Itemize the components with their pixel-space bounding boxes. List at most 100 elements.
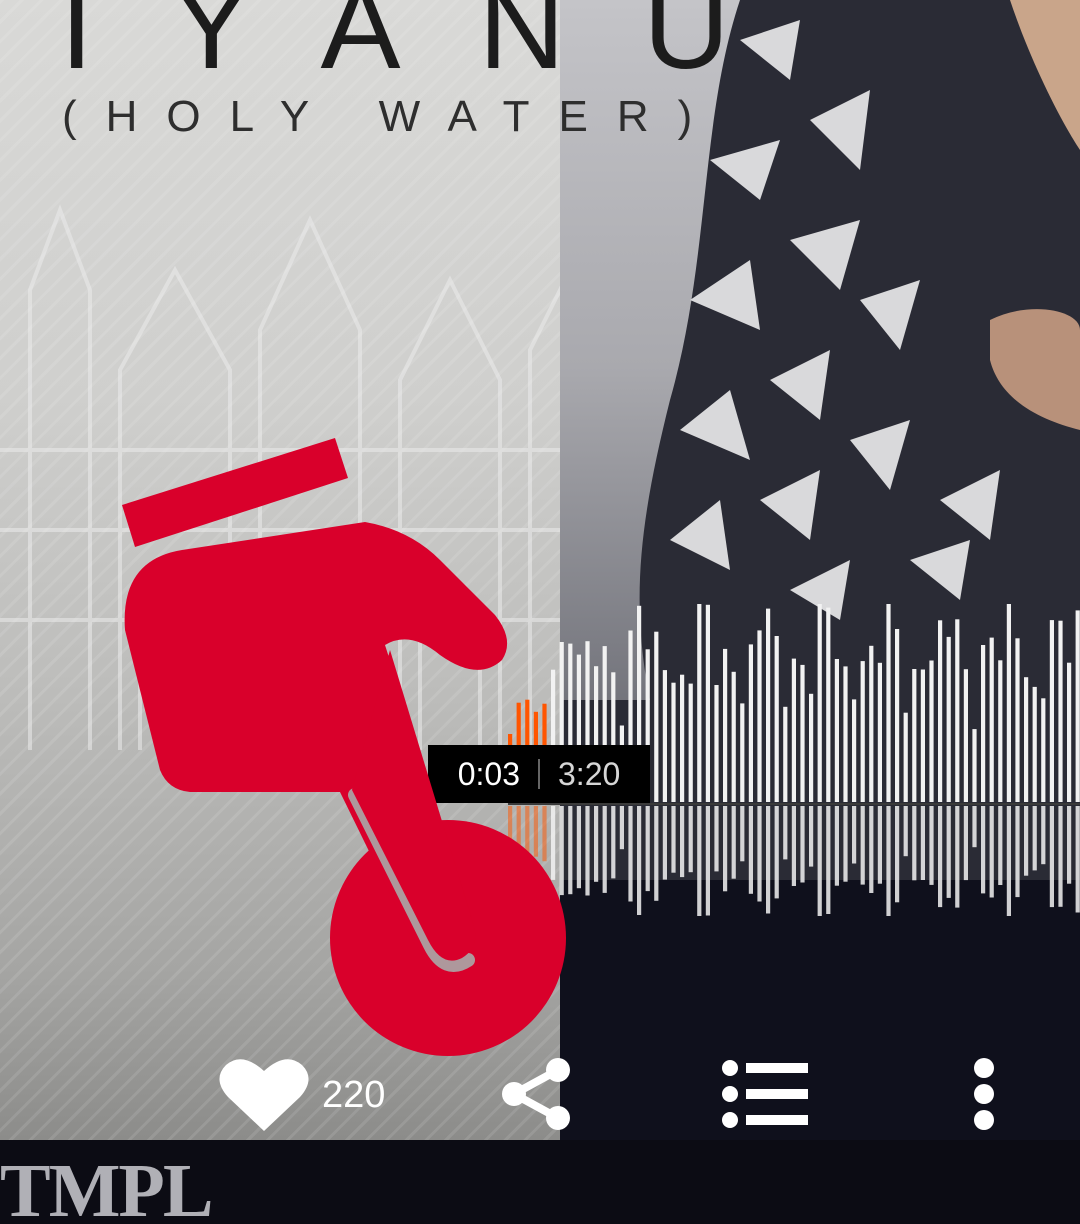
- waveform-bar[interactable]: [783, 706, 788, 802]
- waveform-bar-reflection[interactable]: [963, 806, 968, 881]
- waveform-bar-reflection[interactable]: [895, 806, 900, 903]
- waveform-bar[interactable]: [843, 666, 848, 802]
- waveform-bar-reflection[interactable]: [774, 806, 779, 899]
- waveform-bar[interactable]: [877, 662, 882, 802]
- waveform-bar-reflection[interactable]: [637, 806, 642, 915]
- waveform-bar-reflection[interactable]: [1058, 806, 1063, 907]
- waveform-bar[interactable]: [688, 683, 693, 802]
- waveform-bar[interactable]: [731, 671, 736, 802]
- waveform-bar-reflection[interactable]: [740, 806, 745, 862]
- more-vertical-icon[interactable]: [958, 1054, 1010, 1134]
- waveform-bar-reflection[interactable]: [1041, 806, 1046, 865]
- waveform-bar[interactable]: [1058, 620, 1063, 802]
- waveform-bar[interactable]: [1015, 638, 1020, 802]
- waveform-bar[interactable]: [680, 674, 685, 802]
- waveform-bar-reflection[interactable]: [869, 806, 874, 893]
- like-button[interactable]: 220: [218, 1050, 418, 1140]
- waveform-bar-reflection[interactable]: [645, 806, 650, 892]
- waveform-bar[interactable]: [912, 669, 917, 802]
- waveform-bar-reflection[interactable]: [1015, 806, 1020, 898]
- waveform-bar-reflection[interactable]: [989, 806, 994, 898]
- waveform-bar-reflection[interactable]: [748, 806, 753, 894]
- waveform-bar-reflection[interactable]: [938, 806, 943, 908]
- waveform-bar[interactable]: [1067, 662, 1072, 802]
- waveform-bar-reflection[interactable]: [731, 806, 736, 879]
- waveform-bar-reflection[interactable]: [766, 806, 771, 914]
- waveform-bar-reflection[interactable]: [955, 806, 960, 908]
- waveform-bar[interactable]: [791, 658, 796, 802]
- waveform-bar-reflection[interactable]: [662, 806, 667, 880]
- waveform-bar-reflection[interactable]: [946, 806, 951, 898]
- waveform-bar-reflection[interactable]: [929, 806, 934, 885]
- waveform-bar[interactable]: [938, 620, 943, 802]
- waveform-bar[interactable]: [740, 703, 745, 802]
- waveform-bar-reflection[interactable]: [817, 806, 822, 916]
- waveform-bar[interactable]: [860, 661, 865, 802]
- waveform-bar[interactable]: [834, 659, 839, 802]
- waveform-bar[interactable]: [1041, 698, 1046, 802]
- waveform-bar-reflection[interactable]: [723, 806, 728, 892]
- waveform-bar-reflection[interactable]: [783, 806, 788, 860]
- waveform-bar[interactable]: [654, 631, 659, 802]
- waveform-bar-reflection[interactable]: [1075, 806, 1080, 913]
- waveform-bar-reflection[interactable]: [877, 806, 882, 884]
- waveform-bar-reflection[interactable]: [757, 806, 762, 902]
- waveform-bar[interactable]: [998, 660, 1003, 802]
- waveform-bar[interactable]: [809, 693, 814, 802]
- waveform-bar[interactable]: [766, 608, 771, 802]
- waveform-bar[interactable]: [1049, 620, 1054, 802]
- waveform-bar-reflection[interactable]: [619, 806, 624, 850]
- waveform-bar-reflection[interactable]: [680, 806, 685, 878]
- waveform-bar[interactable]: [826, 607, 831, 802]
- waveform-bar[interactable]: [989, 637, 994, 802]
- waveform-bar[interactable]: [1075, 610, 1080, 802]
- waveform-bar-reflection[interactable]: [654, 806, 659, 901]
- waveform-bar[interactable]: [1006, 604, 1011, 802]
- waveform-bar-reflection[interactable]: [1024, 806, 1029, 876]
- waveform-bar-reflection[interactable]: [671, 806, 676, 873]
- waveform-bar-reflection[interactable]: [791, 806, 796, 886]
- waveform-bar-reflection[interactable]: [594, 806, 599, 882]
- waveform-bar[interactable]: [869, 645, 874, 802]
- waveform-bar[interactable]: [697, 604, 702, 802]
- waveform-bar-reflection[interactable]: [972, 806, 977, 848]
- waveform-bar-reflection[interactable]: [705, 806, 710, 916]
- waveform-bar[interactable]: [705, 604, 710, 802]
- waveform-bar-reflection[interactable]: [1006, 806, 1011, 916]
- waveform-bar-reflection[interactable]: [981, 806, 986, 894]
- waveform-bar[interactable]: [955, 619, 960, 802]
- waveform-bar[interactable]: [714, 685, 719, 802]
- waveform-bar-reflection[interactable]: [800, 806, 805, 883]
- waveform-bar[interactable]: [671, 682, 676, 802]
- waveform-bar-reflection[interactable]: [585, 806, 590, 896]
- waveform-bar-reflection[interactable]: [920, 806, 925, 880]
- share-icon[interactable]: [498, 1054, 578, 1134]
- waveform-bar[interactable]: [817, 604, 822, 802]
- waveform-bar-reflection[interactable]: [1049, 806, 1054, 908]
- waveform-bar-reflection[interactable]: [860, 806, 865, 885]
- waveform-bar-reflection[interactable]: [809, 806, 814, 867]
- waveform-bar-reflection[interactable]: [912, 806, 917, 881]
- waveform-bar-reflection[interactable]: [602, 806, 607, 893]
- waveform-bar-reflection[interactable]: [826, 806, 831, 914]
- waveform-bar[interactable]: [757, 630, 762, 802]
- waveform-bar-reflection[interactable]: [688, 806, 693, 873]
- waveform-bar[interactable]: [963, 669, 968, 802]
- waveform-bar-reflection[interactable]: [998, 806, 1003, 885]
- waveform-bar-reflection[interactable]: [1067, 806, 1072, 884]
- waveform-bar[interactable]: [748, 644, 753, 802]
- waveform-bar-reflection[interactable]: [903, 806, 908, 857]
- waveform-bar[interactable]: [1032, 686, 1037, 802]
- waveform-bar[interactable]: [920, 669, 925, 803]
- waveform-bar-reflection[interactable]: [843, 806, 848, 882]
- waveform-bar[interactable]: [981, 645, 986, 802]
- waveform-bar[interactable]: [972, 729, 977, 802]
- waveform-bar[interactable]: [774, 636, 779, 802]
- waveform-bar[interactable]: [852, 699, 857, 802]
- waveform-bar-reflection[interactable]: [628, 806, 633, 902]
- waveform-bar[interactable]: [1024, 677, 1029, 802]
- waveform-bar-reflection[interactable]: [852, 806, 857, 864]
- waveform-bar[interactable]: [662, 670, 667, 802]
- waveform-bar[interactable]: [946, 636, 951, 802]
- waveform-bar-reflection[interactable]: [611, 806, 616, 879]
